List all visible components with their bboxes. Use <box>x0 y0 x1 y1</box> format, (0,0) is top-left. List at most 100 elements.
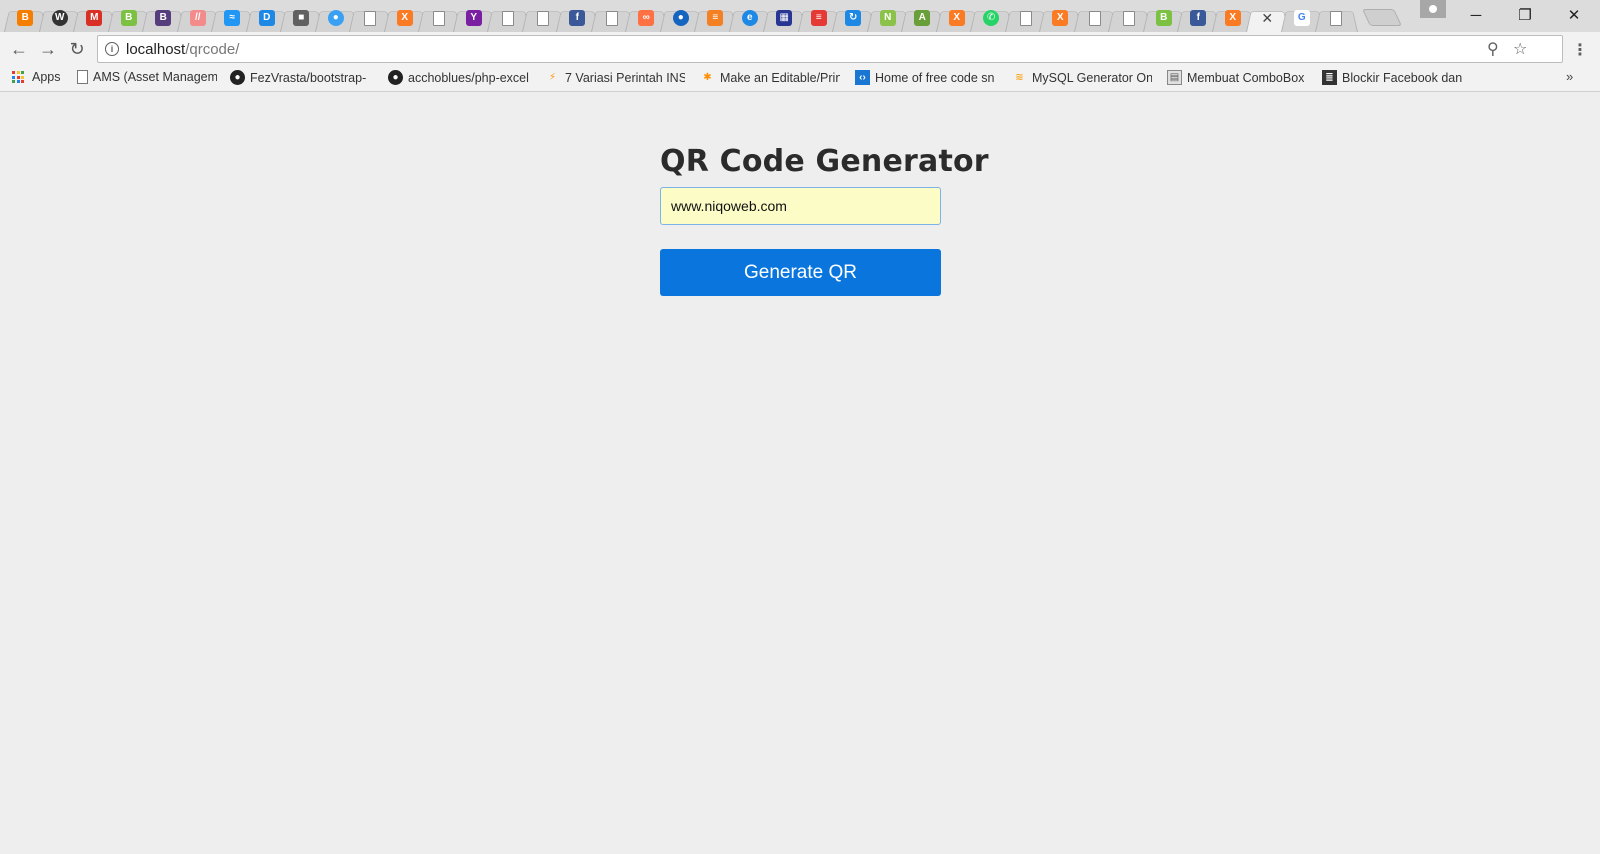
server-icon: ≣ <box>1322 70 1337 85</box>
more-bookmarks-chevron-icon[interactable]: » <box>1566 69 1573 84</box>
browser-tab[interactable]: e <box>733 4 768 32</box>
bookmark-item[interactable]: ● acchoblues/php-excel <box>388 70 529 85</box>
browser-tab[interactable]: ✆ <box>974 4 1009 32</box>
page-icon <box>77 70 88 84</box>
bookmark-label: MySQL Generator Onl <box>1032 70 1152 85</box>
browser-toolbar: ← → ↻ i localhost/qrcode/ ⚲ ☆ <box>0 32 1600 66</box>
browser-tab[interactable]: N <box>871 4 906 32</box>
browser-tab[interactable] <box>1009 4 1044 32</box>
page-icon <box>1123 10 1136 26</box>
browser-tab[interactable]: ■ <box>284 4 319 32</box>
close-icon[interactable]: ✕ <box>1261 10 1273 27</box>
dsm-icon: D <box>258 10 275 26</box>
xampp-icon: X <box>396 10 413 26</box>
bootstrap-icon: B <box>155 10 172 26</box>
browser-tab[interactable]: G <box>1285 4 1320 32</box>
browser-tab[interactable]: ∞ <box>629 4 664 32</box>
profile-button[interactable] <box>1420 0 1446 18</box>
restore-button[interactable]: ❐ <box>1501 0 1549 30</box>
browser-tab[interactable]: B <box>112 4 147 32</box>
browser-tab[interactable]: ≡ <box>802 4 837 32</box>
window-icon: ■ <box>293 10 310 26</box>
xampp-icon: X <box>1224 10 1241 26</box>
browser-tab[interactable]: B <box>146 4 181 32</box>
browser-tab[interactable]: X <box>1216 4 1251 32</box>
browser-tab[interactable] <box>1112 4 1147 32</box>
wifi-icon: ≈ <box>224 10 241 26</box>
stackoverflow-icon: ≡ <box>707 10 724 26</box>
browser-tab[interactable]: ↻ <box>836 4 871 32</box>
browser-tab[interactable]: ▦ <box>767 4 802 32</box>
yahoo-icon: Y <box>465 10 482 26</box>
tab-strip: B W M B B // ≈ D ■ ● X Yf ∞ ● ≡ e ▦ ≡ ↻ N A X ✆ X Bf X ✕ G ─ ❐ ✕ <box>0 0 1600 32</box>
generate-qr-button[interactable]: Generate QR <box>660 249 941 296</box>
code-icon: ‹› <box>855 70 870 85</box>
github-icon: ● <box>388 70 403 85</box>
mysql-icon: ≋ <box>1015 72 1024 83</box>
bookmark-item[interactable]: ⚡ 7 Variasi Perintah INSE <box>545 70 685 85</box>
lightning-icon: ⚡ <box>548 72 557 83</box>
bookmark-item[interactable]: ≣ Blockir Facebook dan <box>1322 70 1462 85</box>
browser-tab[interactable] <box>595 4 630 32</box>
xampp-icon: X <box>1052 10 1069 26</box>
zoom-icon[interactable]: ⚲ <box>1487 39 1499 59</box>
link-icon: ∞ <box>638 10 655 26</box>
browser-tab[interactable]: f <box>1181 4 1216 32</box>
minimize-button[interactable]: ─ <box>1452 0 1500 30</box>
address-bar[interactable]: i localhost/qrcode/ ⚲ ☆ <box>97 35 1563 63</box>
url-text[interactable]: localhost/qrcode/ <box>126 41 239 58</box>
browser-menu-icon[interactable]: ⋮ <box>1572 40 1588 60</box>
browser-tab[interactable]: M <box>77 4 112 32</box>
browser-tab[interactable]: Y <box>457 4 492 32</box>
browser-tab[interactable] <box>1319 4 1354 32</box>
forward-button[interactable]: → <box>36 37 60 61</box>
browser-tab[interactable]: X <box>388 4 423 32</box>
asterisk-icon: ✱ <box>703 72 712 83</box>
url-path: /qrcode/ <box>185 41 240 58</box>
facebook-icon: f <box>1190 10 1207 26</box>
bookmark-star-icon[interactable]: ☆ <box>1513 39 1527 59</box>
blogger-icon: B <box>17 10 34 26</box>
browser-tab[interactable] <box>1078 4 1113 32</box>
browser-tab[interactable]: f <box>560 4 595 32</box>
page-title: QR Code Generator <box>660 144 989 179</box>
bookmark-item[interactable]: ‹› Home of free code sn <box>855 70 995 85</box>
browser-tab[interactable] <box>353 4 388 32</box>
bookmark-item[interactable]: ● FezVrasta/bootstrap- <box>230 70 366 85</box>
browser-tab[interactable]: X <box>940 4 975 32</box>
reload-button[interactable]: ↻ <box>65 37 89 61</box>
info-icon[interactable]: i <box>105 42 119 56</box>
browser-tab[interactable] <box>491 4 526 32</box>
page-content: QR Code Generator Generate QR <box>0 92 1600 854</box>
tab-list: B W M B B // ≈ D ■ ● X Yf ∞ ● ≡ e ▦ ≡ ↻ N A X ✆ X Bf X ✕ G <box>8 4 1402 32</box>
browser-tab[interactable]: B <box>1147 4 1182 32</box>
browser-tab[interactable]: ● <box>664 4 699 32</box>
combobox-icon: ▤ <box>1167 70 1182 85</box>
new-tab-button[interactable] <box>1361 9 1402 26</box>
browser-tab[interactable] <box>526 4 561 32</box>
page-icon <box>433 10 446 26</box>
red-stripe-icon: ≡ <box>810 10 827 26</box>
bookmark-item[interactable]: AMS (Asset Managem <box>77 70 217 84</box>
back-button[interactable]: ← <box>7 37 31 61</box>
browser-tab[interactable]: ✕ <box>1250 4 1285 32</box>
bookmark-item[interactable]: Apps <box>12 70 61 84</box>
browser-tab[interactable]: // <box>181 4 216 32</box>
browser-tab[interactable]: ≈ <box>215 4 250 32</box>
dots-icon: // <box>189 10 206 26</box>
browser-tab[interactable]: B <box>8 4 43 32</box>
bookmark-item[interactable]: ≋ MySQL Generator Onl <box>1012 70 1152 85</box>
browser-tab[interactable]: ≡ <box>698 4 733 32</box>
browser-tab[interactable] <box>422 4 457 32</box>
browser-tab[interactable]: ● <box>319 4 354 32</box>
browser-tab[interactable]: D <box>250 4 285 32</box>
bookmark-item[interactable]: ▤ Membuat ComboBox <box>1167 70 1304 85</box>
browser-tab[interactable]: A <box>905 4 940 32</box>
close-window-button[interactable]: ✕ <box>1550 0 1598 30</box>
browser-tab[interactable]: X <box>1043 4 1078 32</box>
page-icon <box>1088 10 1101 26</box>
gmail-icon: M <box>86 10 103 26</box>
bookmark-item[interactable]: ✱ Make an Editable/Prin <box>700 70 840 85</box>
browser-tab[interactable]: W <box>43 4 78 32</box>
qr-text-input[interactable] <box>660 187 941 225</box>
